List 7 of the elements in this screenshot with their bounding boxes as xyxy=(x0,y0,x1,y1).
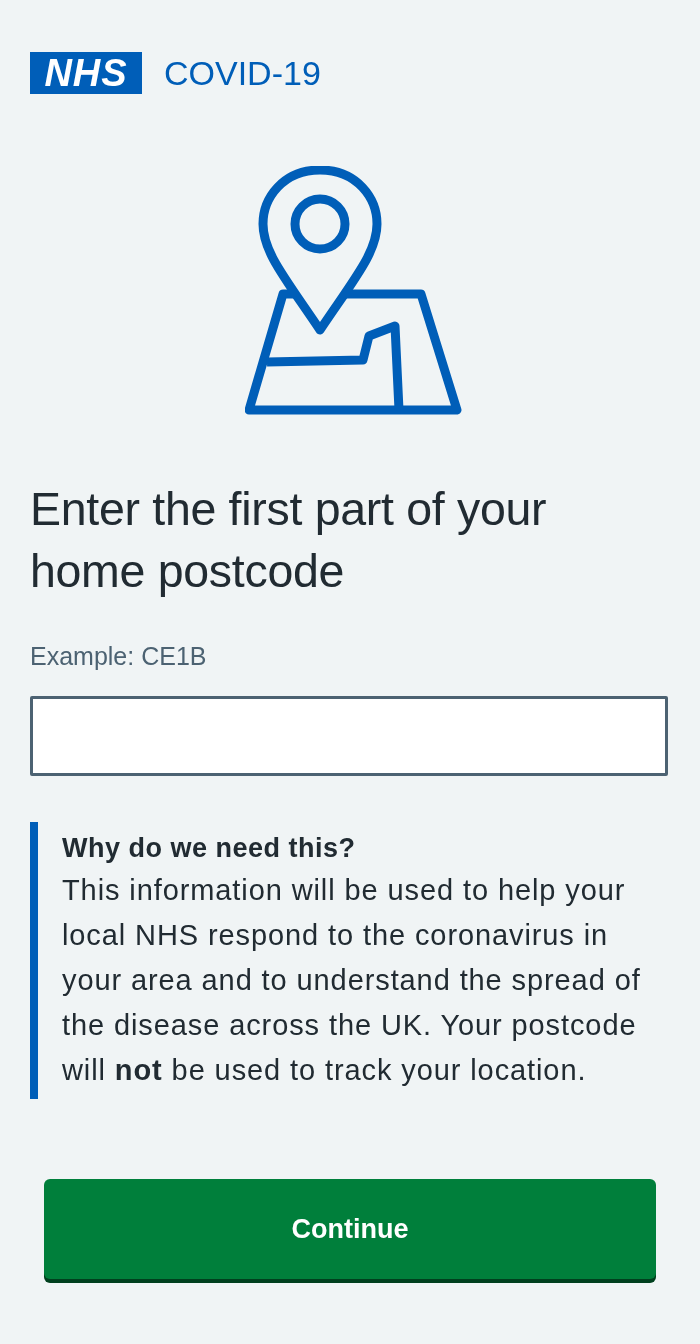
info-title: Why do we need this? xyxy=(62,832,357,865)
page-heading: Enter the first part of your home postcode xyxy=(30,482,548,599)
field-hint: Example: CE1B xyxy=(30,641,208,672)
info-text: This information will be used to help your local NHS respond to the coronavirus in your area and to understand the spread of the disease across the UK. Your postcode will not be used to track your location. xyxy=(62,873,642,1088)
postcode-field[interactable] xyxy=(30,696,668,776)
app-title: COVID-19 xyxy=(164,53,321,93)
nhs-logo: NHS xyxy=(30,52,142,94)
